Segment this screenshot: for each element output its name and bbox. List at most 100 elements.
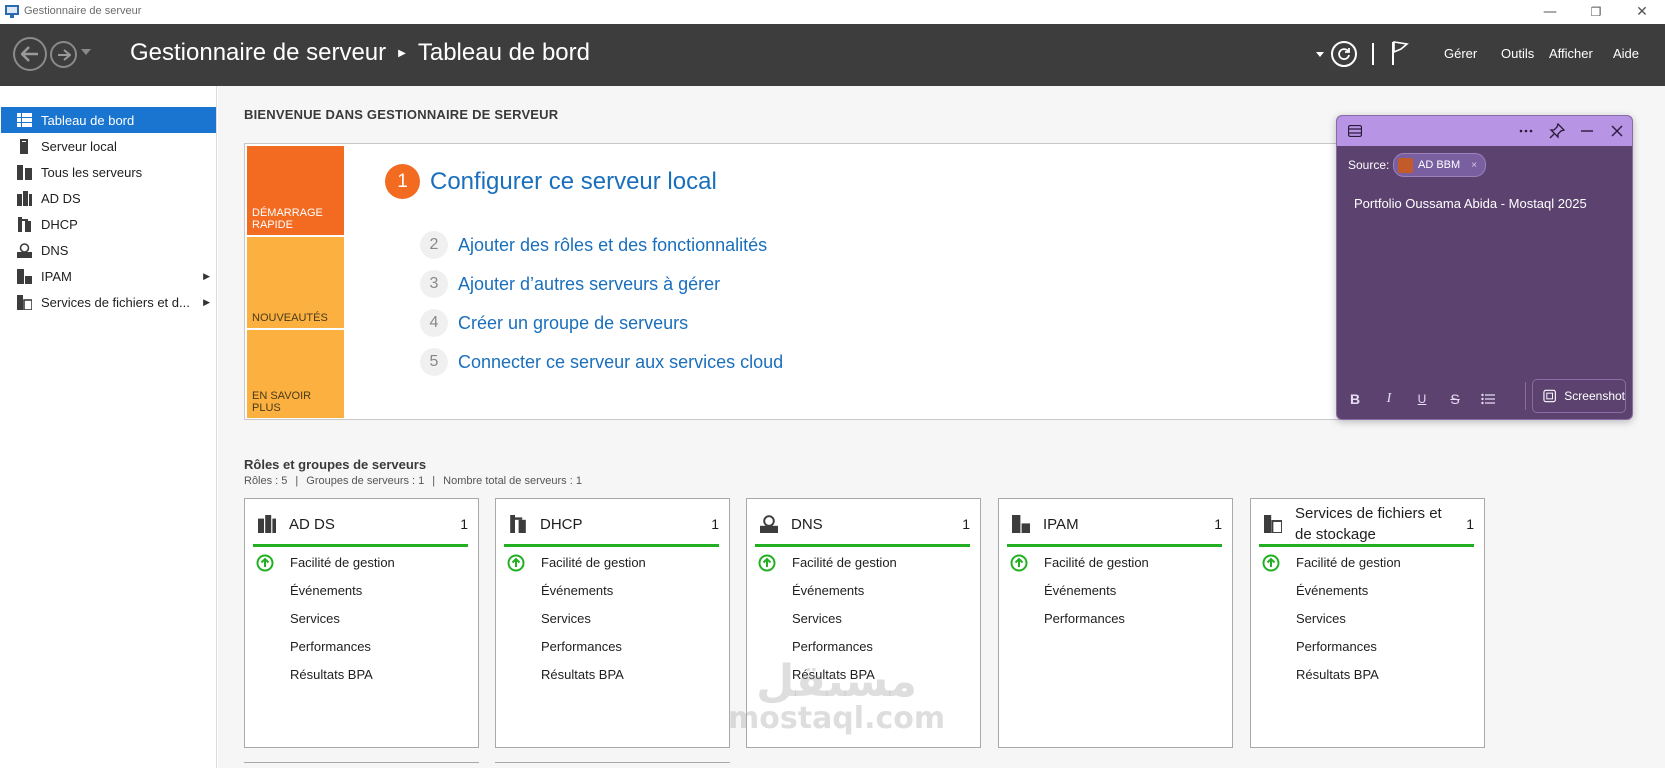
role-card-dhcp[interactable]: DHCP 1 Facilité de gestion Événements Se… xyxy=(495,498,730,748)
step-link[interactable]: Connecter ce serveur aux services cloud xyxy=(458,352,783,373)
card-row-services[interactable]: Services xyxy=(541,611,591,626)
minimize-note-icon[interactable] xyxy=(1577,122,1597,140)
view-menu[interactable]: Afficher xyxy=(1549,46,1593,61)
step-link[interactable]: Ajouter d’autres serveurs à gérer xyxy=(458,274,720,295)
sidebar-item-dhcp[interactable]: DHCP xyxy=(1,211,216,237)
restore-button[interactable]: ❐ xyxy=(1573,0,1619,24)
step-link[interactable]: Créer un groupe de serveurs xyxy=(458,313,688,334)
back-icon[interactable] xyxy=(13,37,47,71)
card-row-events[interactable]: Événements xyxy=(1044,583,1116,598)
step-configure-local-server[interactable]: 1 Configurer ce serveur local xyxy=(385,164,717,199)
status-ok-icon xyxy=(1010,554,1028,572)
role-card-file-services[interactable]: Services de fichiers et de stockage 1 Fa… xyxy=(1250,498,1485,748)
card-row-events[interactable]: Événements xyxy=(1296,583,1368,598)
italic-button[interactable]: I xyxy=(1378,388,1400,410)
breadcrumb-current: Tableau de bord xyxy=(417,39,590,66)
history-dropdown-icon[interactable] xyxy=(81,49,91,55)
card-header[interactable]: Services de fichiers et de stockage 1 xyxy=(1259,504,1474,547)
status-ok-icon xyxy=(507,554,525,572)
source-chip[interactable]: AD BBM × xyxy=(1393,153,1487,177)
card-header[interactable]: DNS 1 xyxy=(755,504,970,547)
step-link[interactable]: Ajouter des rôles et des fonctionnalités xyxy=(458,235,767,256)
step-create-server-group[interactable]: 4 Créer un groupe de serveurs xyxy=(420,309,688,337)
sidebar-item-all-servers[interactable]: Tous les serveurs xyxy=(1,159,216,185)
tile-whats-new[interactable]: NOUVEAUTÉS xyxy=(247,237,344,328)
card-title: AD DS xyxy=(289,515,335,533)
card-row-services[interactable]: Services xyxy=(290,611,340,626)
card-row-manageability[interactable]: Facilité de gestion xyxy=(290,555,395,570)
card-row-performance[interactable]: Performances xyxy=(290,639,371,654)
note-text[interactable]: Portfolio Oussama Abida - Mostaql 2025 xyxy=(1354,196,1587,211)
breadcrumb-separator-icon: ▶ xyxy=(398,47,406,59)
card-row-bpa-results[interactable]: Résultats BPA xyxy=(1296,667,1379,682)
card-header[interactable]: AD DS 1 xyxy=(253,504,468,547)
card-row-performance[interactable]: Performances xyxy=(1296,639,1377,654)
card-count: 1 xyxy=(460,516,468,532)
role-card-ipam[interactable]: IPAM 1 Facilité de gestion Événements Pe… xyxy=(998,498,1233,748)
minimize-button[interactable]: — xyxy=(1527,0,1573,24)
sidebar-item-file-services[interactable]: Services de fichiers et d... ▶ xyxy=(1,289,216,315)
more-options-icon[interactable] xyxy=(1516,122,1536,140)
card-row-manageability[interactable]: Facilité de gestion xyxy=(792,555,897,570)
card-row-events[interactable]: Événements xyxy=(541,583,613,598)
step-connect-cloud[interactable]: 5 Connecter ce serveur aux services clou… xyxy=(420,348,783,376)
pin-icon[interactable] xyxy=(1547,122,1567,140)
strikethrough-button[interactable]: S xyxy=(1444,388,1466,410)
expand-arrow-icon[interactable]: ▶ xyxy=(203,297,210,308)
breadcrumb-root[interactable]: Gestionnaire de serveur xyxy=(130,39,386,67)
step-add-servers[interactable]: 3 Ajouter d’autres serveurs à gérer xyxy=(420,270,720,298)
card-row-manageability[interactable]: Facilité de gestion xyxy=(1044,555,1149,570)
manage-menu[interactable]: Gérer xyxy=(1444,46,1477,61)
sidebar-item-local-server[interactable]: Serveur local xyxy=(1,133,216,159)
card-row-bpa-results[interactable]: Résultats BPA xyxy=(290,667,373,682)
notes-list-icon[interactable] xyxy=(1345,122,1365,140)
dashboard-icon xyxy=(16,112,32,128)
bullet-list-icon[interactable] xyxy=(1477,388,1499,410)
close-note-icon[interactable] xyxy=(1607,122,1627,140)
card-row-manageability[interactable]: Facilité de gestion xyxy=(1296,555,1401,570)
notifications-flag-icon[interactable] xyxy=(1391,40,1409,66)
tools-menu[interactable]: Outils xyxy=(1501,46,1534,61)
refresh-icon[interactable] xyxy=(1331,41,1357,67)
card-header[interactable]: IPAM 1 xyxy=(1007,504,1222,547)
sticky-note-window[interactable]: Source: AD BBM × Portfolio Oussama Abida… xyxy=(1336,115,1633,420)
app-header: Gestionnaire de serveur ▶ Tableau de bor… xyxy=(0,24,1665,86)
step-add-roles[interactable]: 2 Ajouter des rôles et des fonctionnalit… xyxy=(420,231,767,259)
sidebar-item-dashboard[interactable]: Tableau de bord xyxy=(1,107,216,133)
sidebar-item-ad-ds[interactable]: AD DS xyxy=(1,185,216,211)
sidebar-item-dns[interactable]: DNS xyxy=(1,237,216,263)
quick-start-panel: DÉMARRAGE RAPIDE NOUVEAUTÉS EN SAVOIR PL… xyxy=(244,143,1356,420)
sidebar-item-label: IPAM xyxy=(41,268,72,284)
bold-button[interactable]: B xyxy=(1344,388,1366,410)
tile-quick-start[interactable]: DÉMARRAGE RAPIDE xyxy=(247,146,344,235)
step-number: 1 xyxy=(385,164,420,199)
expand-arrow-icon[interactable]: ▶ xyxy=(203,271,210,282)
sticky-note-toolbar[interactable] xyxy=(1337,116,1632,146)
step-link[interactable]: Configurer ce serveur local xyxy=(430,168,717,196)
status-ok-icon xyxy=(1262,554,1280,572)
card-row-performance[interactable]: Performances xyxy=(541,639,622,654)
close-button[interactable]: ✕ xyxy=(1619,0,1665,24)
help-menu[interactable]: Aide xyxy=(1613,46,1639,61)
remove-source-icon[interactable]: × xyxy=(1471,160,1477,171)
card-count: 1 xyxy=(962,516,970,532)
screenshot-button[interactable]: Screenshot xyxy=(1532,379,1626,413)
toolbar-divider xyxy=(1525,382,1526,410)
role-card-ad-ds[interactable]: AD DS 1 Facilité de gestion Événements S… xyxy=(244,498,479,748)
card-row-manageability[interactable]: Facilité de gestion xyxy=(541,555,646,570)
tile-learn-more[interactable]: EN SAVOIR PLUS xyxy=(247,330,344,418)
card-row-bpa-results[interactable]: Résultats BPA xyxy=(541,667,624,682)
forward-icon[interactable] xyxy=(50,41,77,68)
card-row-performance[interactable]: Performances xyxy=(792,639,873,654)
underline-button[interactable]: U xyxy=(1411,388,1433,410)
card-row-performance[interactable]: Performances xyxy=(1044,611,1125,626)
sidebar-item-ipam[interactable]: IPAM ▶ xyxy=(1,263,216,289)
card-header[interactable]: DHCP 1 xyxy=(504,504,719,547)
card-row-services[interactable]: Services xyxy=(1296,611,1346,626)
card-row-events[interactable]: Événements xyxy=(792,583,864,598)
summary-separator: | xyxy=(295,475,299,487)
card-row-events[interactable]: Événements xyxy=(290,583,362,598)
card-row-services[interactable]: Services xyxy=(792,611,842,626)
dropdown-icon[interactable] xyxy=(1316,52,1324,57)
server-groups-count: Groupes de serveurs : 1 xyxy=(306,475,425,487)
